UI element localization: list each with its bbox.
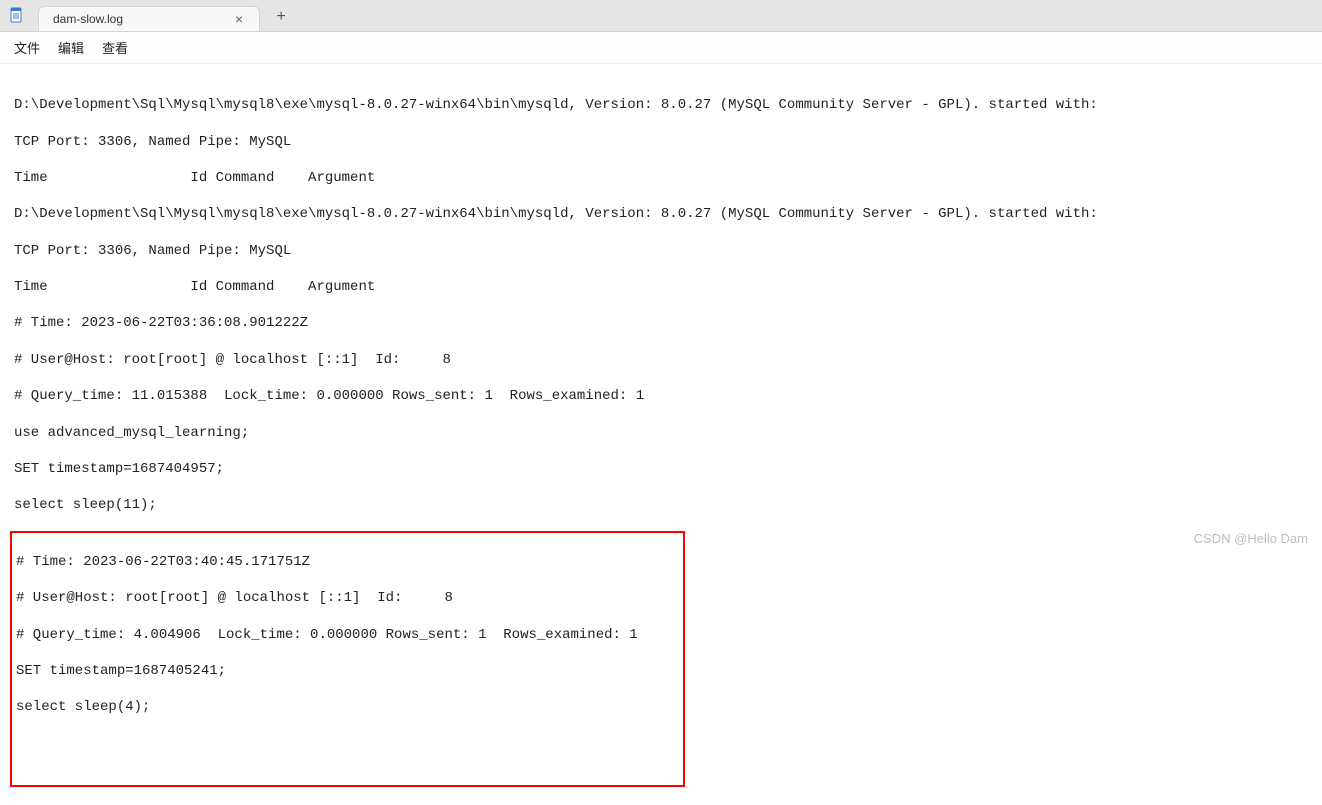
log-line: select sleep(4);	[16, 698, 679, 716]
log-line: # User@Host: root[root] @ localhost [::1…	[14, 351, 1308, 369]
log-line: # Query_time: 4.004906 Lock_time: 0.0000…	[16, 626, 679, 644]
log-line: D:\Development\Sql\Mysql\mysql8\exe\mysq…	[14, 205, 1308, 223]
log-line: # Query_time: 11.015388 Lock_time: 0.000…	[14, 387, 1308, 405]
log-line: # Time: 2023-06-22T03:36:08.901222Z	[14, 314, 1308, 332]
log-line: TCP Port: 3306, Named Pipe: MySQL	[14, 133, 1308, 151]
close-icon[interactable]: ×	[233, 12, 245, 26]
log-line: # User@Host: root[root] @ localhost [::1…	[16, 589, 679, 607]
log-line: SET timestamp=1687404957;	[14, 460, 1308, 478]
menu-edit[interactable]: 编辑	[58, 38, 84, 57]
log-line: D:\Development\Sql\Mysql\mysql8\exe\mysq…	[14, 96, 1308, 114]
log-line: select sleep(11);	[14, 496, 1308, 514]
menu-view[interactable]: 查看	[102, 38, 128, 57]
log-line: use advanced_mysql_learning;	[14, 424, 1308, 442]
tab-label: dam-slow.log	[53, 12, 123, 26]
tab-dam-slow-log[interactable]: dam-slow.log ×	[38, 6, 260, 31]
log-line: Time Id Command Argument	[14, 278, 1308, 296]
app-icon	[0, 0, 32, 31]
watermark: CSDN @Hello Dam	[1194, 531, 1308, 546]
menubar: 文件 编辑 查看	[0, 32, 1322, 64]
log-line: TCP Port: 3306, Named Pipe: MySQL	[14, 242, 1308, 260]
notepad-icon	[8, 7, 24, 23]
log-content: D:\Development\Sql\Mysql\mysql8\exe\mysq…	[0, 64, 1322, 805]
menu-file[interactable]: 文件	[14, 38, 40, 57]
tabs-container: dam-slow.log × +	[32, 0, 296, 31]
log-line: SET timestamp=1687405241;	[16, 662, 679, 680]
new-tab-button[interactable]: +	[266, 3, 296, 31]
log-line: # Time: 2023-06-22T03:40:45.171751Z	[16, 553, 679, 571]
highlighted-section: # Time: 2023-06-22T03:40:45.171751Z # Us…	[10, 531, 685, 787]
plus-icon: +	[277, 8, 286, 26]
titlebar: dam-slow.log × +	[0, 0, 1322, 32]
log-line: Time Id Command Argument	[14, 169, 1308, 187]
